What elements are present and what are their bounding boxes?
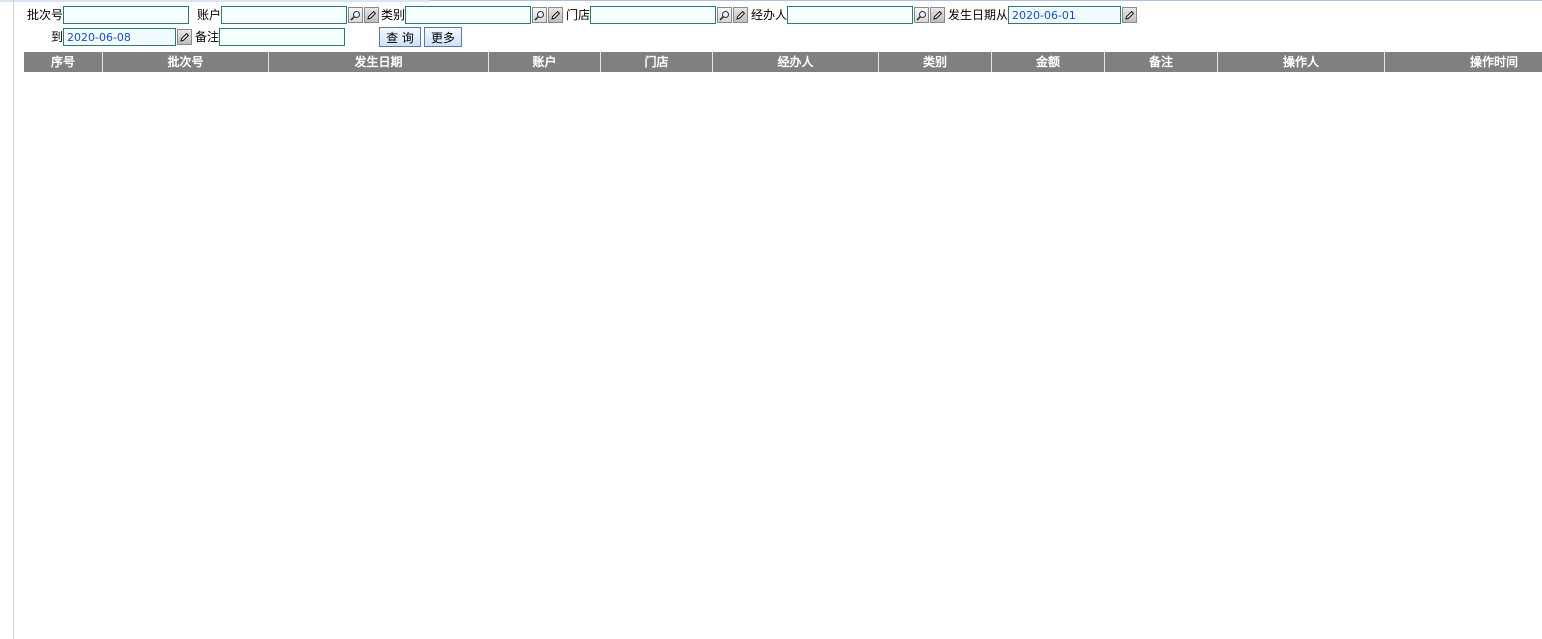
column-header-seq[interactable]: 序号 (24, 52, 103, 72)
column-header-handler[interactable]: 经办人 (713, 52, 879, 72)
top-border-accent (0, 0, 430, 2)
remark-label: 备注 (194, 30, 219, 44)
batch-no-label: 批次号 (26, 8, 63, 22)
store-edit-button[interactable] (733, 7, 748, 23)
pencil-icon (180, 32, 190, 42)
column-header-amount[interactable]: 金额 (992, 52, 1105, 72)
date-to-edit-button[interactable] (177, 29, 192, 45)
category-lookup-button[interactable] (532, 7, 547, 23)
more-button[interactable]: 更多 (424, 27, 462, 47)
batch-no-input[interactable] (63, 6, 189, 24)
column-header-store[interactable]: 门店 (601, 52, 713, 72)
grid-body (24, 72, 1542, 639)
column-header-operate-time[interactable]: 操作时间 (1385, 52, 1542, 72)
date-from-input[interactable] (1008, 6, 1121, 24)
account-edit-button[interactable] (364, 7, 379, 23)
handler-edit-button[interactable] (930, 7, 945, 23)
left-border (13, 0, 14, 639)
column-header-operator[interactable]: 操作人 (1218, 52, 1385, 72)
magnifier-icon (916, 10, 926, 21)
grid-header: 序号 批次号 发生日期 账户 门店 经办人 类别 金额 备注 操作人 操作时间 (24, 52, 1542, 72)
column-header-batch-no[interactable]: 批次号 (103, 52, 269, 72)
date-from-label: 发生日期从 (947, 8, 1008, 22)
page: 批次号 账户 类别 门店 经办人 发生日期从 2020-06-01 到 2020… (0, 0, 1542, 639)
category-input[interactable] (405, 6, 531, 24)
pencil-icon (933, 10, 943, 20)
date-to-input[interactable] (63, 28, 176, 46)
filter-row-1: 批次号 账户 类别 门店 经办人 发生日期从 2020-06-01 (24, 5, 1137, 25)
column-header-remark[interactable]: 备注 (1105, 52, 1218, 72)
handler-label: 经办人 (750, 8, 787, 22)
account-label: 账户 (196, 8, 221, 22)
column-header-category[interactable]: 类别 (879, 52, 992, 72)
magnifier-icon (350, 10, 360, 21)
query-button[interactable]: 查 询 (379, 27, 421, 47)
account-input[interactable] (221, 6, 347, 24)
pencil-icon (551, 10, 561, 20)
date-from-edit-button[interactable] (1122, 7, 1137, 23)
pencil-icon (1125, 10, 1135, 20)
category-edit-button[interactable] (548, 7, 563, 23)
handler-input[interactable] (787, 6, 913, 24)
handler-lookup-button[interactable] (914, 7, 929, 23)
pencil-icon (736, 10, 746, 20)
store-lookup-button[interactable] (717, 7, 732, 23)
filter-row-2: 到 备注 查 询 更多 (24, 27, 462, 47)
magnifier-icon (534, 10, 544, 21)
account-lookup-button[interactable] (348, 7, 363, 23)
pencil-icon (367, 10, 377, 20)
column-header-account[interactable]: 账户 (489, 52, 601, 72)
store-input[interactable] (590, 6, 716, 24)
store-label: 门店 (565, 8, 590, 22)
column-header-date[interactable]: 发生日期 (269, 52, 489, 72)
category-label: 类别 (380, 8, 405, 22)
remark-input[interactable] (219, 28, 345, 46)
magnifier-icon (719, 10, 729, 21)
date-to-label: 到 (50, 30, 63, 44)
